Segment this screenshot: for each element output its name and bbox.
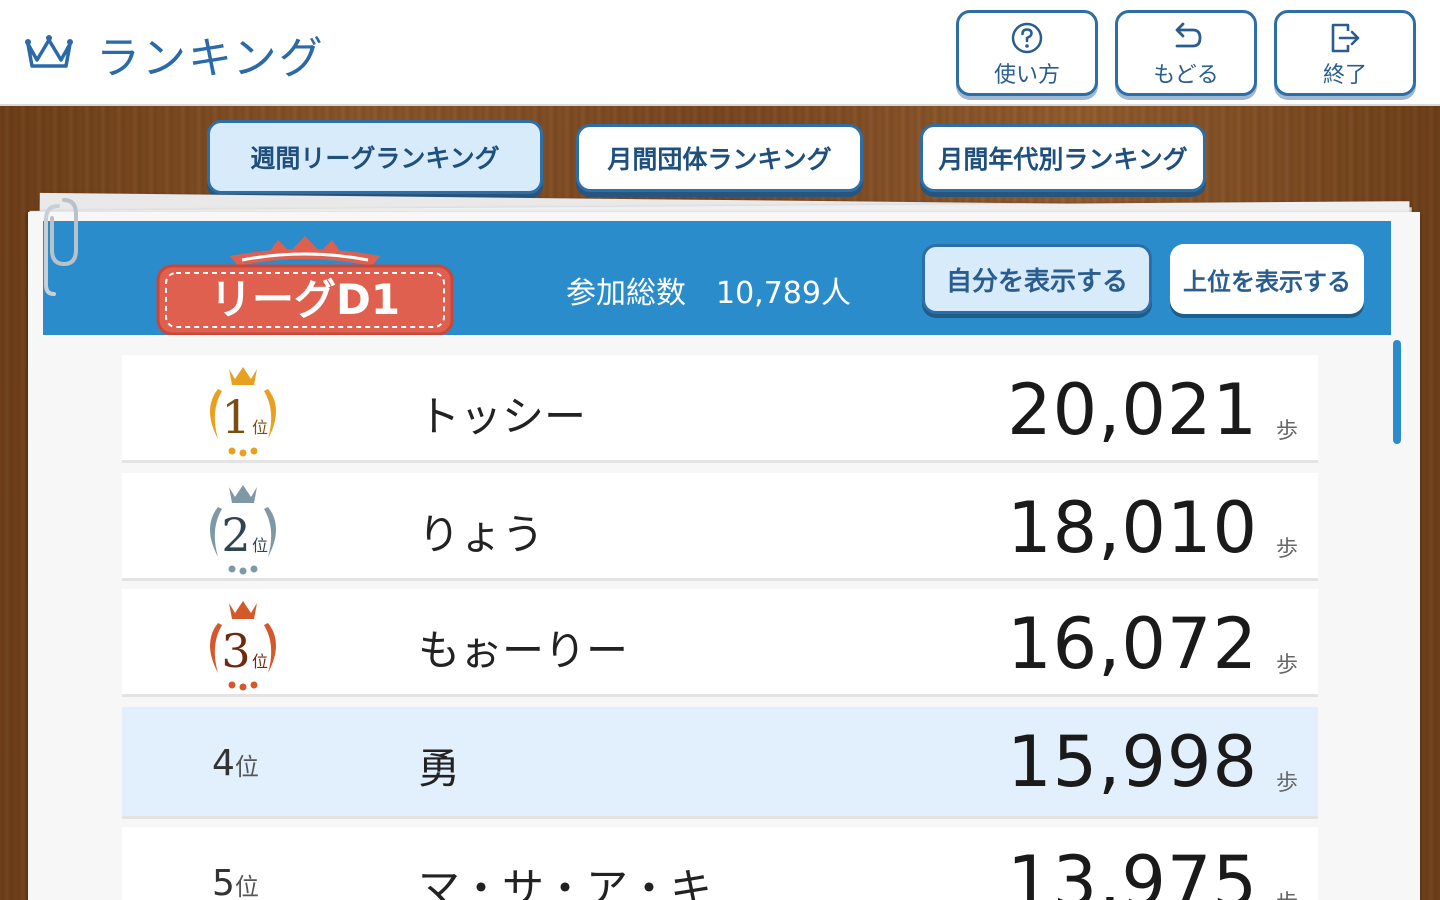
rank-label: 4位: [212, 743, 259, 784]
help-button-label: 使い方: [993, 63, 1060, 88]
user-name: 勇: [418, 744, 461, 793]
rank-unit: 位: [234, 873, 259, 900]
silver-medal-icon: 2 位: [210, 485, 276, 575]
ranking-row[interactable]: 5位 マ・サ・ア・キ 13,975 歩: [122, 827, 1318, 900]
rank-unit: 位: [252, 652, 268, 671]
user-name: もぉーりー: [418, 626, 629, 675]
ranking-row-self[interactable]: 4位 勇 15,998 歩: [122, 707, 1318, 819]
exit-button-label: 終了: [1322, 63, 1367, 88]
tab-weekly-league[interactable]: 週間リーグランキング: [207, 120, 543, 194]
bronze-medal-icon: 3 位: [210, 601, 276, 691]
rank-number: 2: [221, 508, 250, 562]
participants-count: 10,789人: [716, 276, 851, 311]
steps-unit: 歩: [1275, 537, 1298, 562]
tab-monthly-age[interactable]: 月間年代別ランキング: [920, 124, 1206, 192]
rank-unit: 位: [252, 536, 268, 555]
rank-number: 1: [221, 390, 250, 444]
step-count: 13,975: [1007, 841, 1258, 900]
rank-label: 5位: [212, 863, 259, 900]
rank-number: 5: [212, 863, 235, 900]
rank-number: 3: [221, 624, 250, 678]
participants-info: 参加総数 10,789人: [566, 268, 851, 312]
ranking-row[interactable]: 1 位 トッシー 20,021 歩: [122, 355, 1318, 463]
show-self-button[interactable]: 自分を表示する: [922, 244, 1152, 314]
app-header: ランキング 使い方 もどる 終了: [0, 0, 1440, 106]
crown-icon: [25, 35, 73, 68]
page-title: ランキング: [96, 33, 325, 84]
help-button[interactable]: 使い方: [956, 10, 1098, 96]
step-count: 16,072: [1007, 603, 1258, 685]
exit-button[interactable]: 終了: [1274, 10, 1416, 96]
exit-door-icon: [1331, 23, 1360, 53]
back-button[interactable]: もどる: [1115, 10, 1257, 96]
steps-unit: 歩: [1276, 885, 1298, 900]
list-scrollbar[interactable]: [1393, 340, 1401, 444]
league-badge-label: リーグD1: [210, 275, 400, 324]
ranking-row[interactable]: 2 位 りょう 18,010 歩: [122, 473, 1318, 581]
rank-unit: 位: [234, 753, 259, 781]
ranking-row[interactable]: 3 位 もぉーりー 16,072 歩: [122, 589, 1318, 697]
step-count: 20,021: [1007, 369, 1258, 451]
show-top-button[interactable]: 上位を表示する: [1170, 244, 1364, 314]
user-name: りょう: [418, 510, 545, 559]
rank-unit: 位: [252, 418, 268, 437]
steps-unit: 歩: [1275, 653, 1298, 678]
tab-monthly-group[interactable]: 月間団体ランキング: [576, 124, 863, 192]
steps-unit: 歩: [1275, 771, 1298, 796]
user-name: マ・サ・ア・キ: [418, 864, 713, 900]
rank-number: 4: [212, 743, 235, 784]
step-count: 18,010: [1007, 487, 1258, 569]
participants-label: 参加総数: [566, 276, 686, 311]
step-count: 15,998: [1007, 721, 1258, 803]
undo-arrow-icon: [1175, 22, 1202, 48]
gold-medal-icon: 1 位: [210, 367, 276, 457]
back-button-label: もどる: [1153, 63, 1219, 88]
question-circle-icon: [1011, 22, 1043, 54]
user-name: トッシー: [418, 392, 587, 441]
steps-unit: 歩: [1275, 419, 1298, 444]
league-badge: リーグD1: [156, 236, 454, 336]
paperclip-icon: [44, 198, 78, 296]
